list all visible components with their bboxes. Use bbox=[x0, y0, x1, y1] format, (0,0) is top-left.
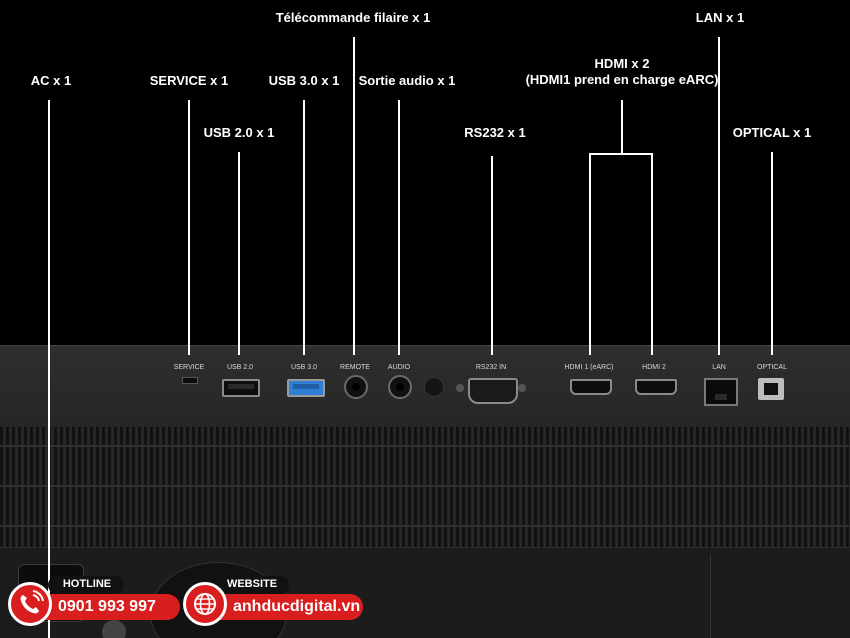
callout-line-optical bbox=[771, 152, 773, 355]
callout-line-hdmi1 bbox=[589, 153, 591, 355]
callout-hdmi: HDMI x 2 (HDMI1 prend en charge eARC) bbox=[526, 56, 719, 88]
globe-icon bbox=[183, 582, 227, 626]
callout-remote: Télécommande filaire x 1 bbox=[275, 10, 431, 25]
vent-divider bbox=[0, 525, 850, 527]
port-label-lan: LAN bbox=[712, 364, 726, 371]
lan-port bbox=[704, 378, 738, 406]
callout-ac: AC x 1 bbox=[30, 73, 72, 88]
callout-usb2: USB 2.0 x 1 bbox=[203, 125, 275, 140]
website-label: WEBSITE bbox=[226, 578, 278, 590]
hdmi1-port bbox=[570, 379, 612, 395]
hotline-label: HOTLINE bbox=[62, 578, 112, 590]
usb2-port bbox=[222, 379, 260, 397]
callout-line-usb3 bbox=[303, 100, 305, 355]
port-label-usb2: USB 2.0 bbox=[226, 364, 254, 371]
hotline-number: 0901 993 997 bbox=[58, 598, 156, 615]
callout-hdmi-count: HDMI x 2 bbox=[594, 56, 650, 71]
callout-line-hdmi-stem bbox=[621, 100, 623, 154]
callout-lan: LAN x 1 bbox=[695, 10, 745, 25]
callout-line-service bbox=[188, 100, 190, 355]
callout-rs232: RS232 x 1 bbox=[464, 125, 526, 140]
callout-optical: OPTICAL x 1 bbox=[732, 125, 812, 140]
callout-line-hdmi2 bbox=[651, 153, 653, 355]
hotline-badge[interactable]: HOTLINE 0901 993 997 bbox=[8, 572, 180, 634]
vent-grille bbox=[0, 427, 850, 547]
port-label-usb3: USB 3.0 bbox=[290, 364, 318, 371]
callout-line-rs232 bbox=[491, 156, 493, 355]
service-port bbox=[182, 377, 198, 384]
rs232-port bbox=[456, 378, 526, 404]
base-panel-divider bbox=[710, 554, 711, 638]
port-label-rs232: RS232 IN bbox=[475, 364, 507, 371]
callout-audio: Sortie audio x 1 bbox=[358, 73, 456, 88]
vent-divider bbox=[0, 445, 850, 447]
callout-service: SERVICE x 1 bbox=[149, 73, 229, 88]
optical-port bbox=[758, 378, 784, 400]
port-label-optical: OPTICAL bbox=[757, 364, 787, 371]
product-infographic: SERVICE USB 2.0 USB 3.0 REMOTE AUDIO RS2… bbox=[0, 0, 850, 638]
callout-usb3: USB 3.0 x 1 bbox=[268, 73, 340, 88]
callout-line-ac bbox=[48, 100, 50, 638]
audio-jack bbox=[388, 375, 412, 399]
callout-line-remote bbox=[353, 37, 355, 355]
vent-divider bbox=[0, 485, 850, 487]
website-badge[interactable]: WEBSITE anhducdigital.vn bbox=[183, 572, 373, 634]
callout-line-usb2 bbox=[238, 152, 240, 355]
website-url: anhducdigital.vn bbox=[233, 598, 361, 615]
callout-line-hdmi-bar bbox=[589, 153, 653, 155]
ir-sensor bbox=[424, 377, 444, 397]
port-label-audio: AUDIO bbox=[387, 364, 411, 371]
hdmi2-port bbox=[635, 379, 677, 395]
phone-icon bbox=[8, 582, 52, 626]
usb3-port bbox=[287, 379, 325, 397]
port-label-hdmi2: HDMI 2 bbox=[642, 364, 666, 371]
callout-line-audio bbox=[398, 100, 400, 355]
port-label-service: SERVICE bbox=[173, 364, 205, 371]
remote-jack bbox=[344, 375, 368, 399]
port-label-remote: REMOTE bbox=[340, 364, 370, 371]
callout-hdmi-note: (HDMI1 prend en charge eARC) bbox=[525, 72, 719, 87]
port-label-hdmi1: HDMI 1 (eARC) bbox=[564, 364, 614, 371]
